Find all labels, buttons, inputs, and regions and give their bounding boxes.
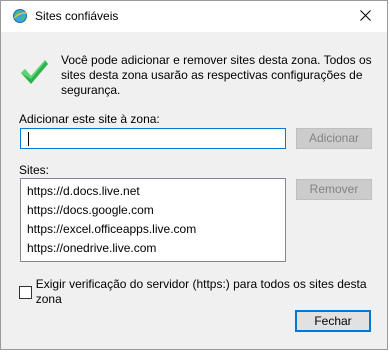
remove-button[interactable]: Remover [296,179,372,200]
add-button[interactable]: Adicionar [296,128,372,149]
close-button[interactable]: Fechar [295,310,371,332]
server-verification-row[interactable]: Exigir verificação do servidor (https:) … [19,277,387,307]
window-title: Sites confiáveis [35,9,119,23]
text-caret [28,132,29,146]
sites-label: Sites: [19,163,50,177]
title-bar[interactable]: Sites confiáveis [1,1,387,32]
green-check-icon [19,57,49,87]
trusted-sites-dialog: Sites confiáveis Você pode adicionar e r… [0,0,388,350]
close-icon [359,9,371,24]
server-verification-label[interactable]: Exigir verificação do servidor (https:) … [36,277,387,307]
close-window-button[interactable] [343,1,387,32]
internet-globe-icon [12,8,28,24]
list-item[interactable]: https://docs.google.com [27,201,285,220]
list-item[interactable]: https://excel.officeapps.live.com [27,220,285,239]
add-site-label: Adicionar este site à zona: [19,112,160,126]
zone-info-text: Você pode adicionar e remover sites dest… [61,53,372,97]
sites-listbox[interactable]: https://d.docs.live.net https://docs.goo… [20,178,286,262]
list-item[interactable]: https://onedrive.live.com [27,239,285,258]
add-site-input[interactable] [20,128,286,149]
list-item[interactable]: https://d.docs.live.net [27,182,285,201]
server-verification-checkbox[interactable] [19,285,32,299]
